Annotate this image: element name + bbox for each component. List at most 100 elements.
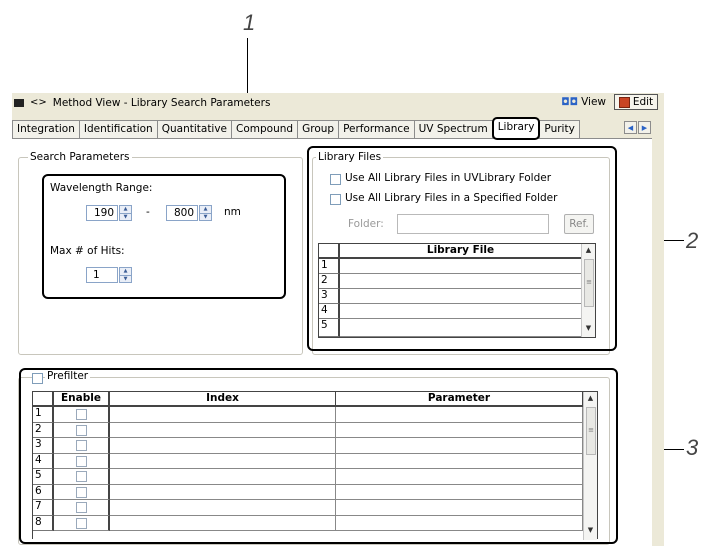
- wavelength-max-input[interactable]: 800: [166, 205, 198, 221]
- library-file-header[interactable]: Library File: [340, 244, 582, 259]
- prefilter-table-scrollbar[interactable]: ▲ ≡ ▼: [583, 392, 597, 540]
- table-cell[interactable]: [340, 259, 582, 274]
- prefilter-checkbox[interactable]: [32, 373, 43, 384]
- code-brackets-icon[interactable]: <>: [30, 97, 47, 108]
- enable-checkbox[interactable]: [76, 409, 87, 420]
- uvlibrary-checkbox[interactable]: [330, 174, 341, 185]
- enable-cell[interactable]: [54, 438, 110, 454]
- table-row[interactable]: 7: [33, 500, 54, 516]
- edit-button[interactable]: Edit: [614, 94, 658, 110]
- table-row[interactable]: 3: [33, 438, 54, 454]
- enable-header[interactable]: Enable: [54, 392, 110, 407]
- wavelength-min-stepper[interactable]: ▲ ▼: [119, 205, 132, 221]
- table-row[interactable]: 2: [33, 422, 54, 438]
- enable-cell[interactable]: [54, 407, 110, 423]
- enable-cell[interactable]: [54, 484, 110, 500]
- table-row[interactable]: 8: [33, 515, 54, 531]
- enable-checkbox[interactable]: [76, 486, 87, 498]
- tab-scroll-right-icon[interactable]: ▶: [638, 121, 651, 134]
- enable-cell[interactable]: [54, 500, 110, 516]
- max-hits-stepper[interactable]: ▲ ▼: [119, 267, 132, 283]
- enable-checkbox[interactable]: [76, 471, 87, 482]
- scroll-thumb[interactable]: ≡: [584, 259, 594, 307]
- table-cell[interactable]: [340, 304, 582, 319]
- tab-quantitative[interactable]: Quantitative: [156, 120, 233, 138]
- index-cell[interactable]: [110, 407, 336, 423]
- tab-compound[interactable]: Compound: [231, 120, 299, 138]
- index-cell[interactable]: [110, 515, 336, 531]
- tab-integration[interactable]: Integration: [12, 120, 80, 138]
- specified-folder-option-label[interactable]: Use All Library Files in a Specified Fol…: [345, 192, 557, 204]
- wavelength-min-input[interactable]: 190: [86, 205, 118, 221]
- scroll-thumb[interactable]: ≡: [586, 407, 596, 455]
- tab-group[interactable]: Group: [297, 120, 340, 138]
- index-header[interactable]: Index: [110, 392, 336, 407]
- index-cell[interactable]: [110, 438, 336, 454]
- index-cell[interactable]: [110, 453, 336, 469]
- table-cell[interactable]: [340, 319, 582, 337]
- index-cell[interactable]: [110, 500, 336, 516]
- folder-input[interactable]: [397, 214, 549, 234]
- scroll-up-icon[interactable]: ▲: [582, 246, 595, 254]
- ref-button[interactable]: Ref.: [564, 214, 594, 234]
- table-row[interactable]: 1: [33, 407, 54, 423]
- max-hits-input[interactable]: 1: [86, 267, 118, 283]
- parameter-cell[interactable]: [336, 515, 583, 531]
- parameter-cell[interactable]: [336, 407, 583, 423]
- table-row[interactable]: 4: [319, 304, 340, 319]
- tab-scroll-left-icon[interactable]: ◀: [624, 121, 637, 134]
- enable-cell[interactable]: [54, 469, 110, 485]
- table-row[interactable]: 5: [319, 319, 340, 337]
- table-cell[interactable]: [340, 289, 582, 304]
- table-row[interactable]: 2: [319, 274, 340, 289]
- uvlibrary-option-label[interactable]: Use All Library Files in UVLibrary Folde…: [345, 172, 551, 184]
- scroll-down-icon[interactable]: ▼: [582, 324, 595, 332]
- window-menu-icon[interactable]: [14, 98, 24, 107]
- prefilter-table: Enable Index Parameter 12345678 ▲ ≡ ▼: [32, 391, 598, 540]
- table-row[interactable]: 4: [33, 453, 54, 469]
- enable-checkbox[interactable]: [76, 502, 87, 513]
- parameter-header[interactable]: Parameter: [336, 392, 583, 407]
- edit-icon: [618, 96, 630, 108]
- tab-library[interactable]: Library: [491, 117, 541, 140]
- wavelength-max-stepper[interactable]: ▲ ▼: [199, 205, 212, 221]
- enable-checkbox[interactable]: [76, 517, 87, 529]
- folder-label: Folder:: [348, 218, 384, 230]
- index-cell[interactable]: [110, 422, 336, 438]
- tab-uv-spectrum[interactable]: UV Spectrum: [413, 120, 493, 138]
- enable-cell[interactable]: [54, 453, 110, 469]
- tab-purity[interactable]: Purity: [539, 120, 580, 138]
- index-cell[interactable]: [110, 469, 336, 485]
- table-row[interactable]: 5: [33, 469, 54, 485]
- specified-folder-checkbox[interactable]: [330, 194, 341, 205]
- table-cell[interactable]: [340, 274, 582, 289]
- table-row[interactable]: 1: [319, 259, 340, 274]
- parameter-cell[interactable]: [336, 438, 583, 454]
- callout-3: 3: [686, 435, 699, 460]
- range-dash: -: [146, 206, 150, 218]
- parameter-cell[interactable]: [336, 453, 583, 469]
- parameter-cell[interactable]: [336, 484, 583, 500]
- tab-identification[interactable]: Identification: [78, 120, 158, 138]
- library-file-table: Library File 1 2 3 4 5 ▲ ≡ ▼: [318, 243, 596, 338]
- enable-cell[interactable]: [54, 422, 110, 438]
- parameter-cell[interactable]: [336, 422, 583, 438]
- enable-checkbox[interactable]: [76, 424, 87, 436]
- index-cell[interactable]: [110, 484, 336, 500]
- window-title: Method View - Library Search Parameters: [52, 96, 271, 109]
- view-button[interactable]: ◘◘ View: [561, 96, 606, 108]
- scroll-down-icon[interactable]: ▼: [584, 526, 597, 534]
- wavelength-range-label: Wavelength Range:: [50, 182, 153, 194]
- scroll-up-icon[interactable]: ▲: [584, 394, 597, 402]
- parameter-cell[interactable]: [336, 469, 583, 485]
- enable-checkbox[interactable]: [76, 440, 87, 451]
- enable-cell[interactable]: [54, 515, 110, 531]
- edit-label: Edit: [632, 96, 654, 108]
- prefilter-label[interactable]: Prefilter: [45, 370, 91, 382]
- table-row[interactable]: 3: [319, 289, 340, 304]
- enable-checkbox[interactable]: [76, 455, 87, 467]
- tab-performance[interactable]: Performance: [338, 120, 415, 138]
- parameter-cell[interactable]: [336, 500, 583, 516]
- library-table-scrollbar[interactable]: ▲ ≡ ▼: [581, 244, 595, 337]
- table-row[interactable]: 6: [33, 484, 54, 500]
